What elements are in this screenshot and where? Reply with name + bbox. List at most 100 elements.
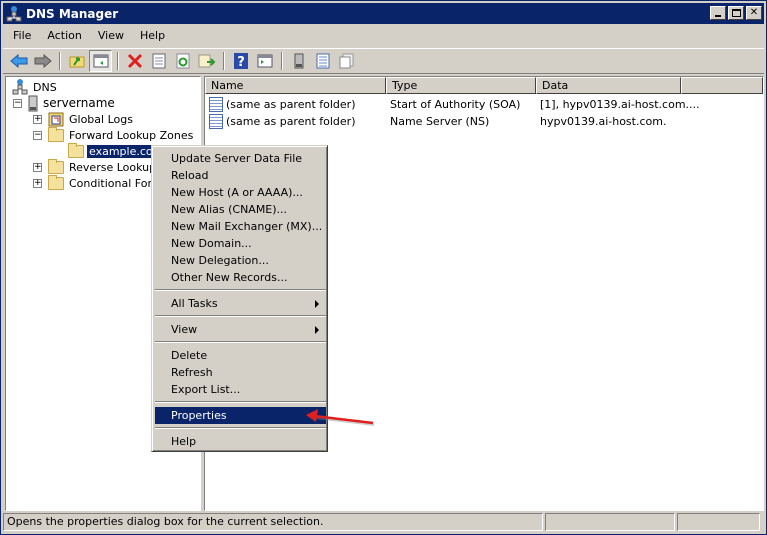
annotation-arrow <box>306 409 375 426</box>
refresh-button[interactable] <box>171 50 194 72</box>
menu-item-export-list[interactable]: Export List... <box>155 381 326 398</box>
properties-icon <box>152 53 165 69</box>
cell-name: (same as parent folder) <box>226 98 356 111</box>
column-header-type[interactable]: Type <box>386 77 536 94</box>
menu-item-new-mail-exchanger[interactable]: New Mail Exchanger (MX)... <box>155 218 326 235</box>
dns-manager-window: DNS Manager ✕ File Action View Help ? DN… <box>0 0 767 535</box>
status-bar: Opens the properties dialog box for the … <box>3 513 764 533</box>
list-button[interactable] <box>311 50 334 72</box>
up-one-level-button[interactable] <box>65 50 88 72</box>
tree-item-dns[interactable]: DNS <box>12 79 57 95</box>
column-header-data[interactable]: Data <box>536 77 681 94</box>
forward-button[interactable] <box>31 50 54 72</box>
submenu-arrow-icon <box>315 300 319 308</box>
window-title: DNS Manager <box>26 6 119 21</box>
delete-button[interactable] <box>123 50 146 72</box>
collapse-icon[interactable]: − <box>33 130 42 140</box>
collapse-icon[interactable]: − <box>13 98 22 108</box>
menu-label: View <box>171 323 198 336</box>
toolbar-separator <box>223 52 225 70</box>
toolbar-separator <box>59 52 61 70</box>
toolbar-separator <box>117 52 119 70</box>
menu-help[interactable]: Help <box>132 27 173 46</box>
column-header-empty[interactable] <box>681 77 763 94</box>
menu-view[interactable]: View <box>90 27 132 46</box>
show-hide-console-tree-button[interactable] <box>89 50 112 72</box>
menu-item-new-host[interactable]: New Host (A or AAAA)... <box>155 184 326 201</box>
zone-icon <box>68 142 84 158</box>
record-icon <box>209 97 223 112</box>
show-action-pane-button[interactable] <box>253 50 276 72</box>
expand-icon[interactable]: + <box>33 114 42 124</box>
menu-item-reload[interactable]: Reload <box>155 167 326 184</box>
folder-icon <box>48 158 64 174</box>
menu-item-all-tasks[interactable]: All Tasks <box>155 295 326 312</box>
menu-item-update-server-data-file[interactable]: Update Server Data File <box>155 150 326 167</box>
status-text: Opens the properties dialog box for the … <box>3 513 543 531</box>
tree-item-forward-lookup-zones[interactable]: − Forward Lookup Zones <box>33 126 194 143</box>
title-bar[interactable]: DNS Manager ✕ <box>3 3 764 24</box>
server-icon <box>294 53 303 69</box>
forward-icon <box>34 54 52 68</box>
tree-label: Forward Lookup Zones <box>69 128 194 142</box>
server-button[interactable] <box>287 50 310 72</box>
menu-item-new-delegation[interactable]: New Delegation... <box>155 252 326 269</box>
menu-file[interactable]: File <box>5 27 39 46</box>
cell-type: Start of Authority (SOA) <box>390 98 521 111</box>
column-header-name[interactable]: Name <box>205 77 386 94</box>
properties-button[interactable] <box>147 50 170 72</box>
menu-separator <box>155 341 326 343</box>
cell-data: hypv0139.ai-host.com. <box>540 115 667 128</box>
svg-text:?: ? <box>237 55 245 69</box>
menu-item-new-domain[interactable]: New Domain... <box>155 235 326 252</box>
refresh-icon <box>176 53 189 69</box>
status-panel-2 <box>545 513 675 531</box>
submenu-arrow-icon <box>315 326 319 334</box>
status-panel-3 <box>677 513 760 531</box>
cell-data: [1], hypv0139.ai-host.com.... <box>540 98 700 111</box>
export-list-button[interactable] <box>195 50 218 72</box>
tree-item-global-logs[interactable]: + Global Logs <box>33 111 133 127</box>
arrow-head <box>306 409 318 422</box>
menu-item-refresh[interactable]: Refresh <box>155 364 326 381</box>
table-row[interactable]: (same as parent folder) Name Server (NS)… <box>209 113 666 130</box>
close-button[interactable]: ✕ <box>746 6 762 20</box>
maximize-button[interactable] <box>728 6 744 20</box>
up-folder-icon <box>69 56 84 68</box>
dns-icon <box>12 79 28 95</box>
expand-icon[interactable]: + <box>33 162 42 172</box>
cell-type: Name Server (NS) <box>390 115 490 128</box>
copy-button[interactable] <box>335 50 358 72</box>
menu-separator <box>155 289 326 291</box>
tree-label: DNS <box>33 80 57 94</box>
menu-separator <box>155 315 326 317</box>
export-list-icon <box>198 54 215 68</box>
help-button[interactable]: ? <box>229 50 252 72</box>
menu-separator <box>155 401 326 403</box>
back-button[interactable] <box>7 50 30 72</box>
back-icon <box>9 54 27 68</box>
menu-bar: File Action View Help <box>5 27 173 46</box>
menu-label: All Tasks <box>171 297 218 310</box>
dns-app-icon <box>6 5 22 22</box>
menu-item-new-alias[interactable]: New Alias (CNAME)... <box>155 201 326 218</box>
delete-icon <box>127 53 142 69</box>
menu-item-view[interactable]: View <box>155 321 326 338</box>
menu-item-help[interactable]: Help <box>155 433 326 450</box>
menu-action[interactable]: Action <box>39 27 89 46</box>
expand-icon[interactable]: + <box>33 178 42 188</box>
tree-item-server[interactable]: − servername <box>13 95 115 111</box>
menu-item-delete[interactable]: Delete <box>155 347 326 364</box>
minimize-button[interactable] <box>710 6 726 20</box>
menu-item-other-new-records[interactable]: Other New Records... <box>155 269 326 286</box>
folder-icon <box>48 174 64 190</box>
copy-icon <box>339 53 353 69</box>
action-pane-icon <box>257 54 272 68</box>
tree-label: Global Logs <box>69 112 133 126</box>
server-icon <box>28 95 38 111</box>
folder-icon <box>48 126 64 142</box>
toolbar-separator <box>281 52 283 70</box>
table-row[interactable]: (same as parent folder) Start of Authori… <box>209 96 700 113</box>
toolbar: ? <box>3 48 764 74</box>
list-icon <box>316 53 329 69</box>
